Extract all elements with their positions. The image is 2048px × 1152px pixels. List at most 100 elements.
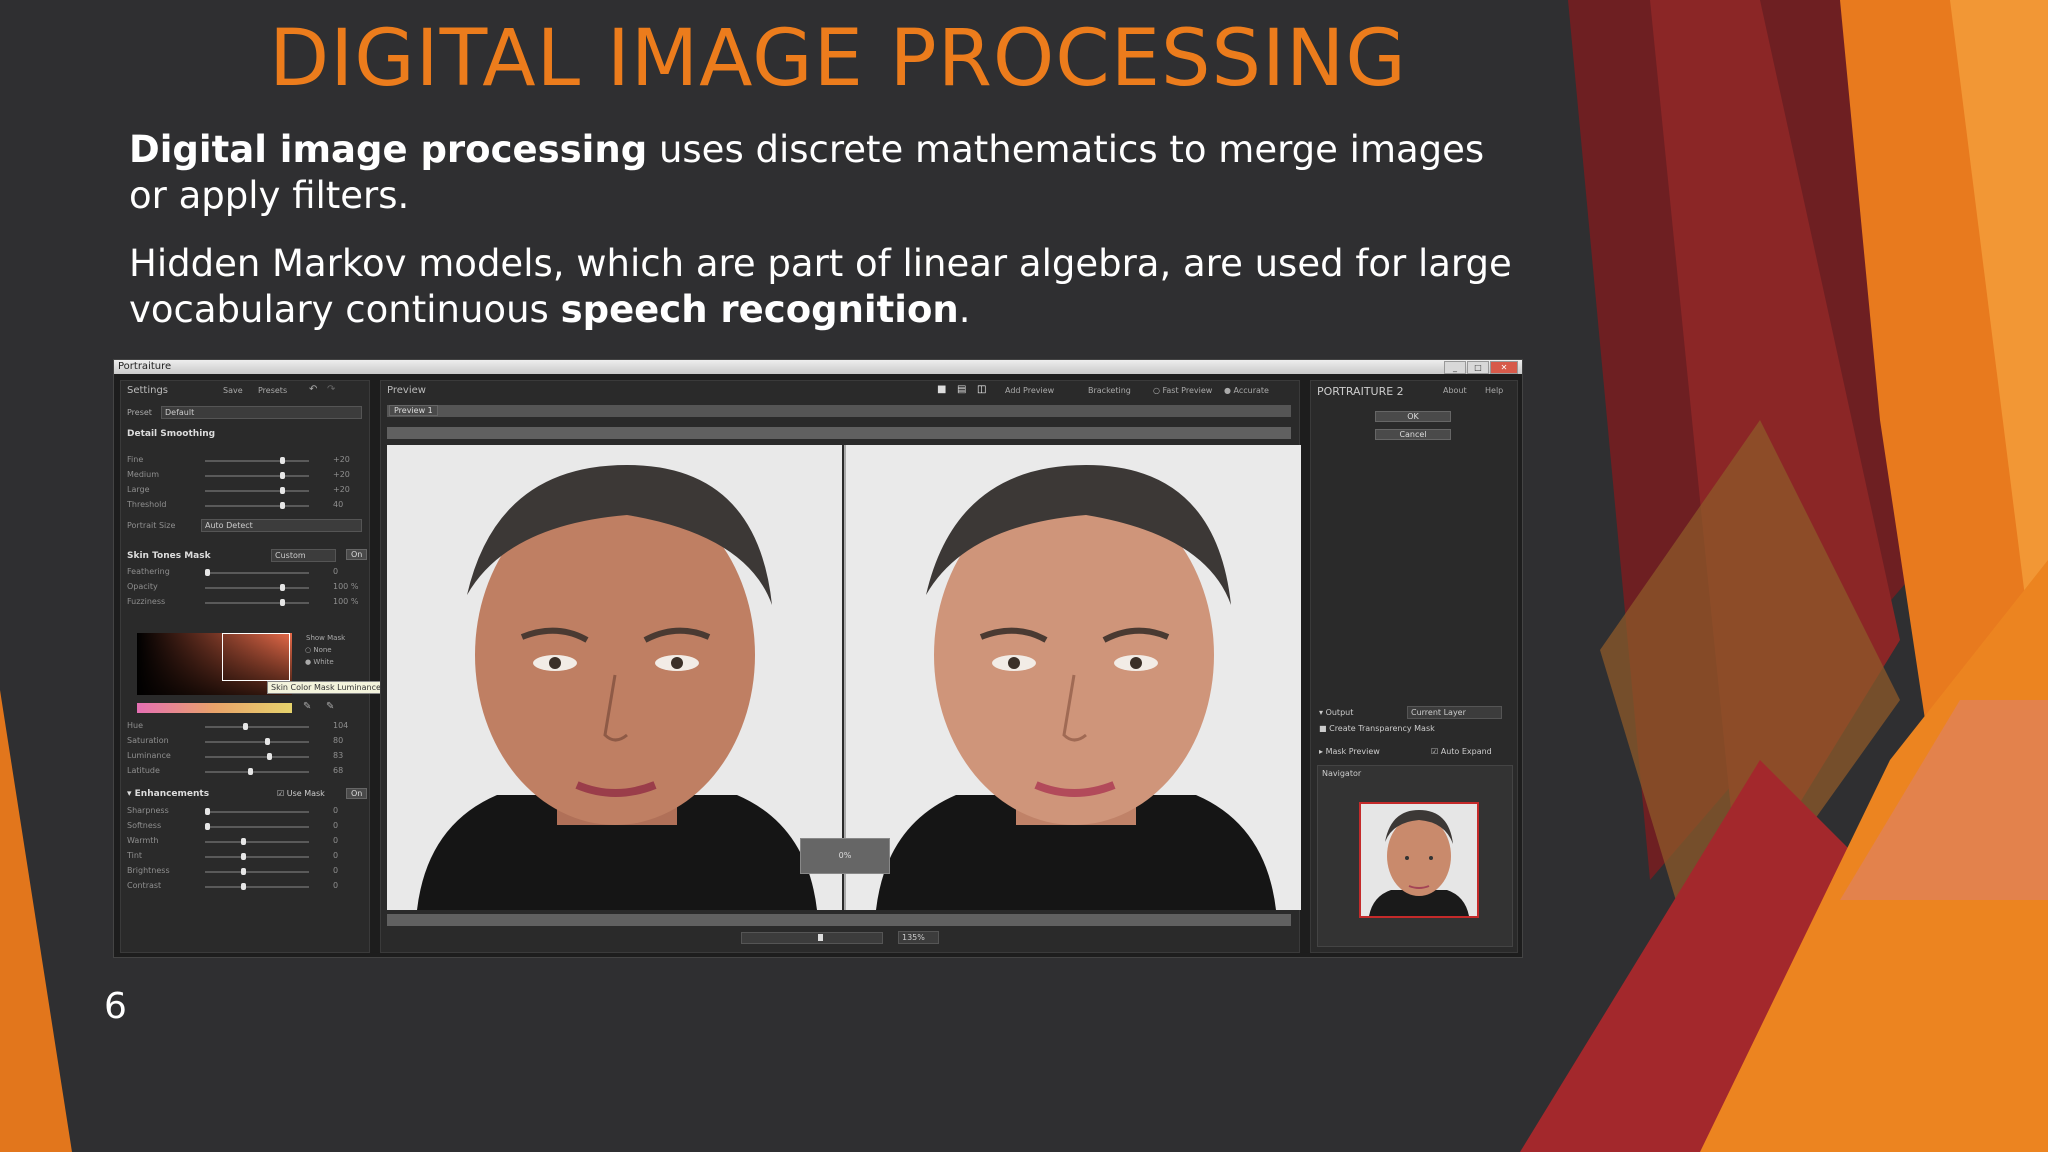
settings-panel: Settings Save Presets ↶ ↷ Preset Default… — [120, 380, 422, 953]
skin-color-slider-knob[interactable] — [267, 753, 272, 760]
eyedropper-icon[interactable]: ✎ — [303, 701, 311, 712]
output-select[interactable]: Current Layer — [1407, 706, 1502, 719]
skin-mask-slider-knob[interactable] — [280, 599, 285, 606]
skin-mask-slider[interactable] — [205, 602, 309, 604]
preset-label: Preset — [127, 408, 152, 417]
enhancement-slider[interactable] — [205, 871, 309, 873]
accurate-radio[interactable]: ● Accurate — [1224, 386, 1269, 395]
detail-smoothing-slider[interactable] — [205, 490, 309, 492]
detail-smoothing-slider[interactable] — [205, 460, 309, 462]
enhancements-on-button[interactable]: On — [346, 788, 368, 799]
skin-mask-slider-knob[interactable] — [280, 584, 285, 591]
help-link[interactable]: Help — [1485, 386, 1503, 395]
zoom-slider-knob[interactable] — [818, 934, 823, 941]
undo-icon[interactable]: ↶ — [309, 384, 317, 395]
enhancement-slider-knob[interactable] — [241, 883, 246, 890]
enhancement-slider-knob[interactable] — [205, 823, 210, 830]
detail-smoothing-slider-knob[interactable] — [280, 487, 285, 494]
detail-smoothing-title: Detail Smoothing — [127, 429, 216, 439]
skin-mask-slider[interactable] — [205, 587, 309, 589]
skin-color-slider-knob[interactable] — [248, 768, 253, 775]
skin-mask-slider[interactable] — [205, 572, 309, 574]
enhancements-label: Enhancements — [134, 789, 210, 799]
skin-color-label: Latitude — [127, 766, 160, 775]
skin-color-slider[interactable] — [205, 756, 309, 758]
navigator-thumbnail[interactable] — [1359, 802, 1479, 918]
save-button[interactable]: Save — [223, 386, 243, 395]
enhancement-slider[interactable] — [205, 841, 309, 843]
detail-smoothing-value: +20 — [333, 470, 350, 479]
show-mask-none-radio[interactable]: ○ None — [305, 646, 332, 654]
zoom-select[interactable]: 135% — [898, 931, 939, 944]
hue-gradient-bar[interactable] — [137, 703, 292, 713]
preview-bottom-scrollbar[interactable] — [387, 914, 1291, 926]
transparency-checkbox[interactable]: ■ Create Transparency Mask — [1319, 724, 1435, 733]
detail-smoothing-slider-knob[interactable] — [280, 502, 285, 509]
navigator-portrait — [1361, 804, 1477, 916]
fast-preview-radio[interactable]: ○ Fast Preview — [1153, 386, 1212, 395]
enhancement-slider[interactable] — [205, 886, 309, 888]
enhancement-slider[interactable] — [205, 856, 309, 858]
mask-preview-toggle[interactable]: ▸ Mask Preview — [1319, 747, 1380, 756]
enhancement-slider[interactable] — [205, 811, 309, 813]
enhancement-label: Sharpness — [127, 806, 169, 815]
maximize-icon[interactable]: □ — [1467, 361, 1489, 374]
skin-mask-on-button[interactable]: On — [346, 549, 368, 560]
skin-color-row: Saturation 80 — [127, 736, 359, 748]
enhancement-slider-knob[interactable] — [241, 868, 246, 875]
skin-color-slider[interactable] — [205, 741, 309, 743]
skin-color-slider-knob[interactable] — [265, 738, 270, 745]
preset-select[interactable]: Default — [161, 406, 362, 419]
skin-mask-mode-select[interactable]: Custom — [271, 549, 336, 562]
detail-smoothing-slider-knob[interactable] — [280, 472, 285, 479]
enhancement-row: Warmth 0 — [127, 836, 359, 848]
eyedropper-plus-icon[interactable]: ✎ — [326, 701, 334, 712]
detail-smoothing-value: +20 — [333, 485, 350, 494]
skin-color-row: Hue 104 — [127, 721, 359, 733]
presets-button[interactable]: Presets — [258, 386, 287, 395]
single-view-icon[interactable]: ■ — [937, 384, 946, 395]
portrait-size-select[interactable]: Auto Detect — [201, 519, 362, 532]
skin-color-value: 104 — [333, 721, 349, 730]
skin-color-slider-knob[interactable] — [243, 723, 248, 730]
none-option: None — [313, 646, 332, 654]
detail-smoothing-slider-knob[interactable] — [280, 457, 285, 464]
about-link[interactable]: About — [1443, 386, 1467, 395]
skin-mask-label: Feathering — [127, 567, 170, 576]
app-titlebar: Portraiture _ □ ✕ — [114, 360, 1522, 374]
use-mask-checkbox[interactable]: ☑ Use Mask — [277, 789, 325, 798]
skin-tones-mask-title: Skin Tones Mask — [127, 551, 211, 561]
zoom-slider[interactable] — [741, 932, 883, 944]
skin-color-slider[interactable] — [205, 726, 309, 728]
enhancement-slider-knob[interactable] — [241, 838, 246, 845]
cancel-button[interactable]: Cancel — [1375, 429, 1451, 440]
side-by-side-icon[interactable]: ◫ — [977, 384, 986, 395]
enhancement-slider-knob[interactable] — [241, 853, 246, 860]
detail-smoothing-label: Fine — [127, 455, 144, 464]
color-selection[interactable] — [222, 633, 290, 681]
bracketing-button[interactable]: Bracketing — [1088, 386, 1131, 395]
skin-mask-slider-knob[interactable] — [205, 569, 210, 576]
add-preview-button[interactable]: Add Preview — [1005, 386, 1054, 395]
detail-smoothing-slider[interactable] — [205, 475, 309, 477]
close-icon[interactable]: ✕ — [1490, 361, 1518, 374]
detail-smoothing-slider[interactable] — [205, 505, 309, 507]
enhancements-title: ▾ Enhancements — [127, 789, 210, 799]
redo-icon[interactable]: ↷ — [327, 384, 335, 395]
preview-tab-bar: Preview 1 — [387, 405, 1291, 417]
enhancement-slider[interactable] — [205, 826, 309, 828]
auto-expand-checkbox[interactable]: ☑ Auto Expand — [1431, 747, 1492, 756]
skin-color-slider[interactable] — [205, 771, 309, 773]
skin-color-value: 68 — [333, 766, 344, 775]
show-mask-white-radio[interactable]: ● White — [305, 658, 334, 666]
preview-top-scrollbar[interactable] — [387, 427, 1291, 439]
minimize-icon[interactable]: _ — [1444, 361, 1466, 374]
detail-smoothing-row: Threshold 40 — [127, 500, 359, 512]
skin-mask-label: Fuzziness — [127, 597, 166, 606]
enhancement-label: Brightness — [127, 866, 170, 875]
enhancement-slider-knob[interactable] — [205, 808, 210, 815]
split-view-icon[interactable]: ▤ — [957, 384, 966, 395]
use-mask-label: Use Mask — [286, 789, 325, 798]
ok-button[interactable]: OK — [1375, 411, 1451, 422]
tab-preview-1[interactable]: Preview 1 — [389, 405, 438, 416]
